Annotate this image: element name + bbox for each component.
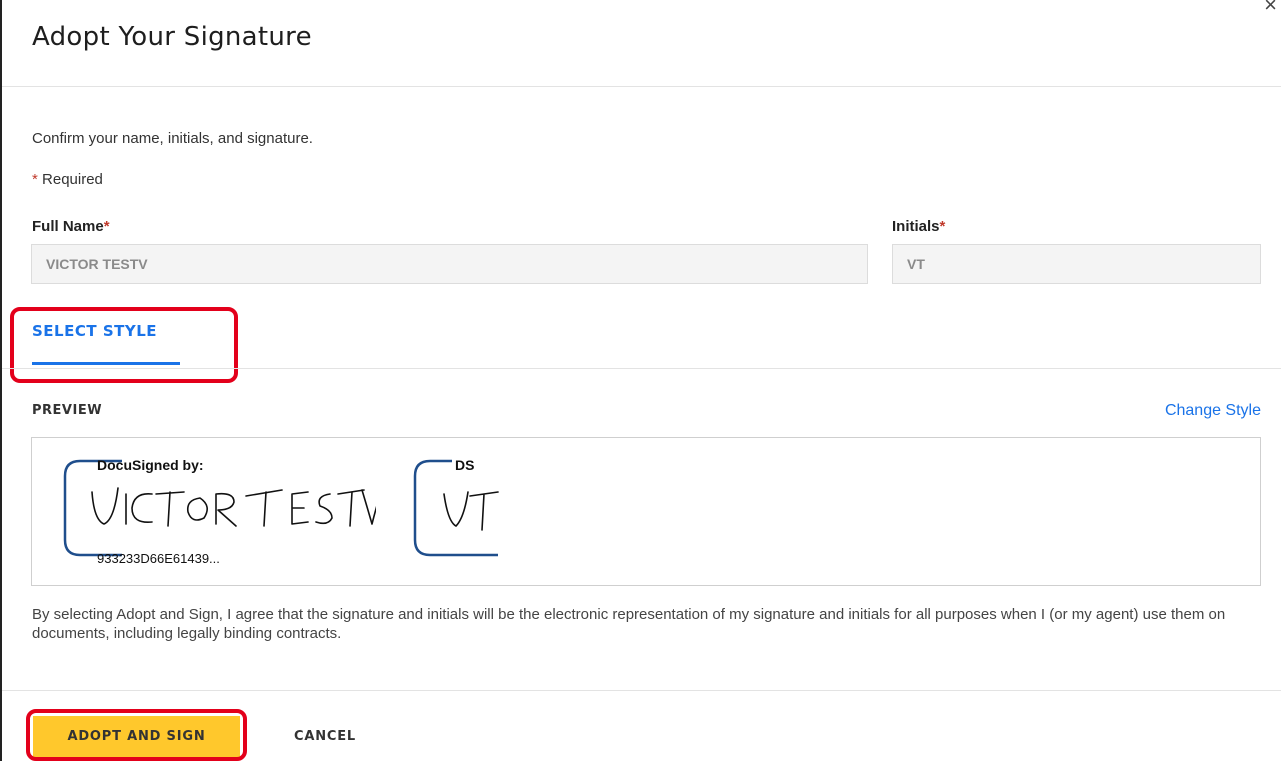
required-note: * Required <box>32 171 103 188</box>
initials-field[interactable]: VT <box>892 244 1261 284</box>
initials-header: DS <box>455 457 475 473</box>
header-divider <box>2 86 1281 87</box>
full-name-label-text: Full Name <box>32 218 104 235</box>
preview-label: PREVIEW <box>32 403 103 418</box>
signature-header: DocuSigned by: <box>97 457 204 473</box>
initials-label-text: Initials <box>892 218 940 235</box>
tab-select-style[interactable]: SELECT STYLE <box>32 322 157 340</box>
adopt-and-sign-button[interactable]: ADOPT AND SIGN <box>33 716 240 757</box>
change-style-link[interactable]: Change Style <box>1165 402 1261 420</box>
tabs-divider <box>2 368 1281 369</box>
signature-handwriting <box>91 487 376 527</box>
close-icon[interactable]: × <box>1264 0 1277 16</box>
initials-label: Initials* <box>892 218 945 235</box>
cancel-button[interactable]: CANCEL <box>272 716 378 757</box>
active-tab-indicator <box>32 362 180 365</box>
legal-disclaimer: By selecting Adopt and Sign, I agree tha… <box>32 606 1226 642</box>
full-name-required-star: * <box>103 218 110 235</box>
dialog-title: Adopt Your Signature <box>32 22 312 52</box>
signature-preview-box: DocuSigned by: 933233D66E61439... DS <box>31 437 1261 586</box>
signature-id-code: 933233D66E61439... <box>97 551 220 566</box>
required-star: * <box>32 171 38 188</box>
initials-handwriting <box>443 491 499 531</box>
adopt-signature-dialog <box>0 0 1281 761</box>
full-name-label: Full Name* <box>32 218 110 235</box>
footer-divider <box>2 690 1281 691</box>
initials-required-star: * <box>939 218 946 235</box>
required-text: Required <box>42 171 103 188</box>
full-name-field[interactable]: VICTOR TESTV <box>31 244 868 284</box>
confirm-instructions: Confirm your name, initials, and signatu… <box>32 130 313 147</box>
